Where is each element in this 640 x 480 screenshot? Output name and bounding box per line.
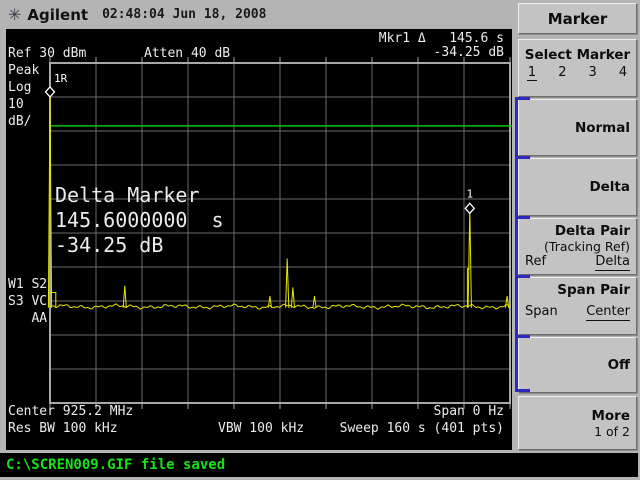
menu-title-label: Marker: [548, 10, 608, 28]
delta-marker-title: Delta Marker: [55, 183, 200, 207]
delta-marker-block: Delta Marker 145.6000000 s -34.25 dB: [55, 183, 224, 258]
sweep-label: Sweep 160 s (401 pts): [340, 421, 504, 436]
status-message: C:\SCREN009.GIF file saved: [6, 457, 225, 473]
select-marker-label: Select Marker: [519, 47, 636, 63]
measurement-display: 1R1 Mkr1 Δ 145.6 s -34.25 dB Ref 30 dBm …: [6, 29, 512, 450]
delta-pair-label: Delta Pair: [519, 223, 636, 239]
ref-level-label: Ref 30 dBm: [8, 46, 86, 61]
more-page-indicator: 1 of 2: [519, 424, 636, 439]
delta-label: Delta: [519, 179, 636, 195]
marker-readout-line2: -34.25 dB: [434, 45, 504, 60]
softkey-delta[interactable]: Delta: [518, 158, 637, 216]
marker-readout-line1: Mkr1 Δ 145.6 s: [379, 31, 504, 46]
brand-name: Agilent: [27, 6, 88, 24]
normal-label: Normal: [519, 120, 636, 136]
agilent-logo-icon: ✳: [8, 7, 21, 23]
status-bar: C:\SCREN009.GIF file saved: [0, 453, 638, 477]
marker-number-1[interactable]: 1: [527, 65, 537, 81]
softkey-panel: Marker Select Marker 1 2 3 4 Normal Delt…: [512, 0, 640, 480]
trace-status-annunciators: W1 S2 S3 VC AA: [8, 276, 47, 327]
svg-text:1R: 1R: [54, 72, 68, 85]
marker-number-2[interactable]: 2: [557, 65, 567, 81]
svg-text:1: 1: [466, 187, 473, 200]
header-bar: ✳ Agilent 02:48:04 Jun 18, 2008: [0, 0, 512, 29]
amplitude-scale-labels: Peak Log 10 dB/: [8, 62, 39, 130]
key-group-bracket: [515, 99, 518, 392]
bracket-stub: [515, 97, 530, 100]
delta-pair-ref-option[interactable]: Ref: [525, 254, 546, 271]
rbw-label: Res BW 100 kHz: [8, 421, 118, 436]
bracket-stub: [515, 156, 530, 159]
menu-title-marker: Marker: [518, 3, 637, 34]
bracket-stub: [515, 389, 530, 392]
analyzer-screen: ✳ Agilent 02:48:04 Jun 18, 2008 1R 1 Mkr1…: [0, 0, 640, 480]
delta-pair-subtitle: (Tracking Ref): [519, 239, 636, 254]
attenuation-label: Atten 40 dB: [144, 46, 230, 61]
marker-number-4[interactable]: 4: [618, 65, 628, 81]
span-label: Span 0 Hz: [434, 404, 504, 419]
marker-number-row: 1 2 3 4: [519, 63, 636, 81]
softkey-select-marker[interactable]: Select Marker 1 2 3 4: [518, 39, 637, 97]
bracket-stub: [515, 335, 530, 338]
vbw-label: VBW 100 kHz: [218, 421, 304, 436]
span-pair-center-option[interactable]: Center: [586, 304, 630, 321]
center-frequency-label: Center 925.2 MHz: [8, 404, 133, 419]
delta-marker-value: 145.6000000 s: [55, 208, 224, 232]
off-label: Off: [519, 357, 636, 373]
softkey-more[interactable]: More 1 of 2: [518, 396, 637, 450]
more-label: More: [519, 408, 636, 424]
softkey-span-pair[interactable]: Span Pair Span Center: [518, 277, 637, 335]
bracket-stub: [515, 275, 530, 278]
softkey-normal[interactable]: Normal: [518, 99, 637, 156]
delta-marker-amplitude: -34.25 dB: [55, 233, 163, 257]
span-pair-label: Span Pair: [519, 282, 636, 298]
softkey-delta-pair[interactable]: Delta Pair (Tracking Ref) Ref Delta: [518, 218, 637, 275]
softkey-off[interactable]: Off: [518, 337, 637, 393]
bracket-stub: [515, 216, 530, 219]
span-pair-span-option[interactable]: Span: [525, 304, 558, 321]
delta-pair-delta-option[interactable]: Delta: [595, 254, 630, 271]
header-timestamp: 02:48:04 Jun 18, 2008: [102, 7, 266, 22]
marker-number-3[interactable]: 3: [588, 65, 598, 81]
